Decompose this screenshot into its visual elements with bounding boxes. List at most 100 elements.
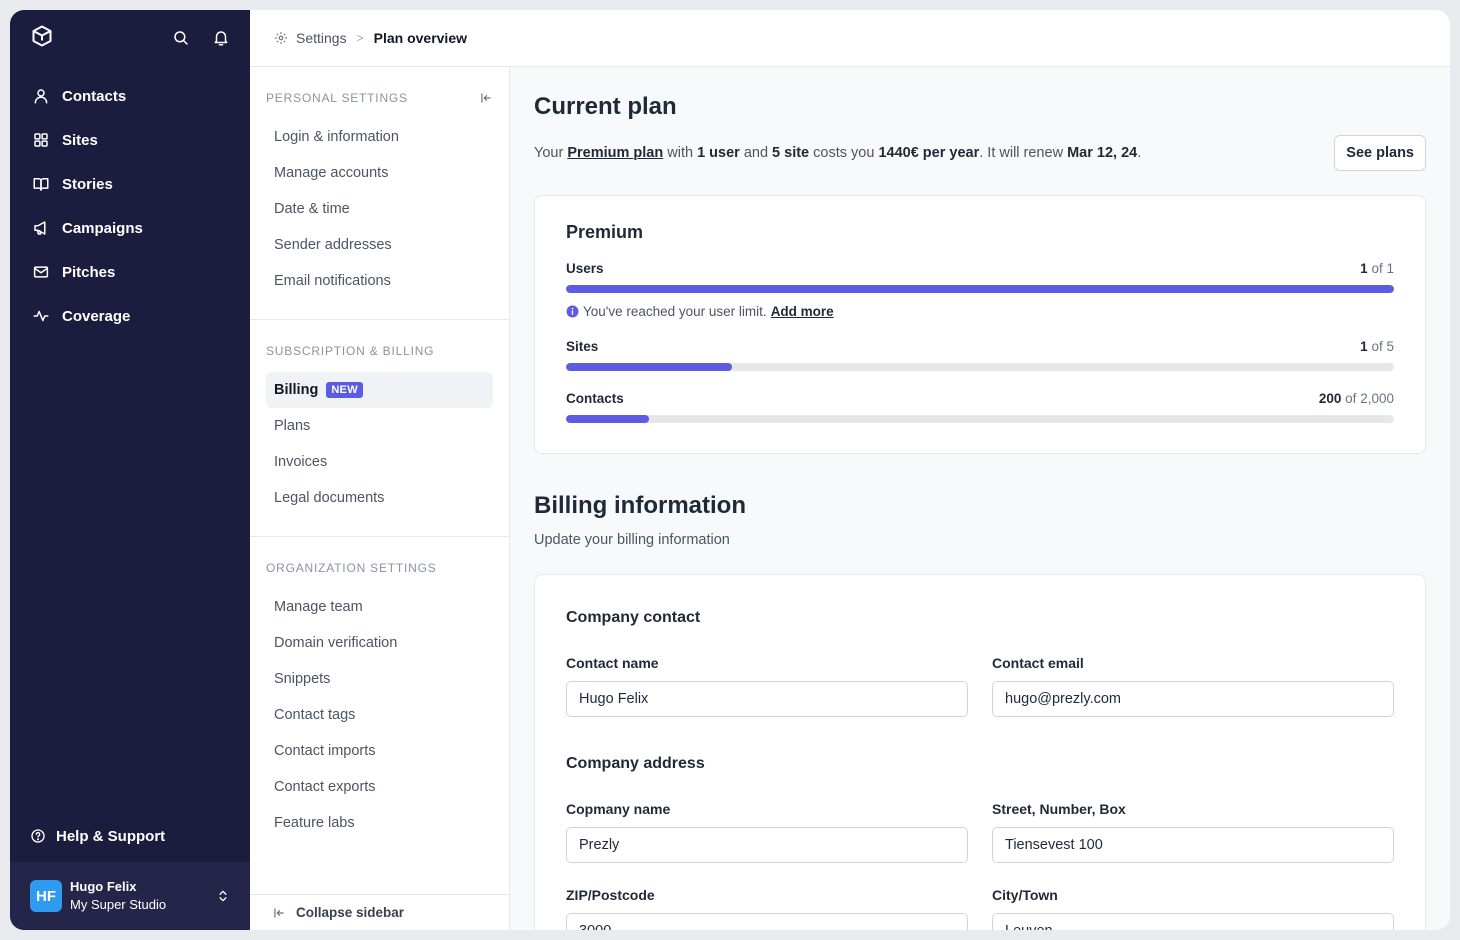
plan-sites: 5 site [772,145,810,161]
usage-meter-users: Users 1 of 1 You've reached your user li… [566,261,1394,319]
breadcrumb-separator: > [356,31,364,45]
street-label: Street, Number, Box [992,801,1126,817]
plan-summary: Your Premium plan with 1 user and 5 site… [534,135,1426,171]
nav-item-coverage[interactable]: Coverage [10,294,250,338]
plan-users: 1 user [697,145,740,161]
sidebar-item-contact-tags[interactable]: Contact tags [266,697,493,733]
help-circle-icon [31,829,45,843]
sidebar-item-label: Billing [274,382,319,398]
help-label: Help & Support [56,827,166,845]
sidebar-item-plans[interactable]: Plans [266,408,493,444]
section-heading-organization: ORGANIZATION SETTINGS [266,561,437,575]
megaphone-icon [34,221,46,235]
premium-plan-link[interactable]: Premium plan [567,145,663,161]
page-title: Current plan [534,93,677,120]
book-icon [33,178,49,191]
section-heading-personal: PERSONAL SETTINGS [266,91,408,105]
sidebar-item-legal-documents[interactable]: Legal documents [266,480,493,516]
billing-title: Billing information [534,492,746,519]
app-logo-icon[interactable] [30,24,54,53]
user-switcher[interactable]: HF Hugo Felix My Super Studio [10,862,250,930]
plan-text: . It will renew [979,145,1068,161]
nav-item-sites[interactable]: Sites [10,118,250,162]
contact-name-input[interactable]: Hugo Felix [566,681,968,717]
nav-item-label: Sites [62,131,98,149]
help-support-link[interactable]: Help & Support [10,822,250,850]
progress-bar [566,285,1394,293]
sidebar-item-domain-verification[interactable]: Domain verification [266,625,493,661]
plan-text: with [663,145,698,161]
sidebar-item-manage-team[interactable]: Manage team [266,589,493,625]
nav-item-pitches[interactable]: Pitches [10,250,250,294]
company-name-label: Copmany name [566,801,671,817]
progress-fill [566,415,649,423]
plan-text: and [739,145,773,161]
main-content: Current plan Your Premium plan with 1 us… [510,67,1450,930]
sidebar-item-feature-labs[interactable]: Feature labs [266,805,493,841]
contact-name-label: Contact name [566,655,659,671]
meter-count: 200 of 2,000 [1319,391,1394,406]
nav-item-label: Contacts [62,87,127,105]
meter-total: 5 [1386,339,1394,354]
gear-icon [275,32,287,44]
bell-icon[interactable] [212,29,230,47]
meter-label: Sites [566,339,599,354]
nav-item-contacts[interactable]: Contacts [10,74,250,118]
settings-sidebar: PERSONAL SETTINGS Login & information Ma… [250,67,510,930]
breadcrumb: Settings > Plan overview [250,10,1450,67]
meter-used: 1 [1360,261,1368,276]
usage-meter-sites: Sites 1 of 5 [566,339,1394,371]
sidebar-item-snippets[interactable]: Snippets [266,661,493,697]
meter-label: Contacts [566,391,624,406]
city-input[interactable]: Leuven [992,913,1394,930]
company-contact-heading: Company contact [566,609,701,626]
nav-header [10,10,250,66]
nav-item-label: Campaigns [62,219,143,237]
collapse-left-icon[interactable] [479,91,493,105]
progress-bar [566,415,1394,423]
progress-fill [566,363,732,371]
add-more-link[interactable]: Add more [771,304,834,319]
contact-email-input[interactable]: hugo@prezly.com [992,681,1394,717]
sidebar-item-date-time[interactable]: Date & time [266,191,493,227]
usage-meter-contacts: Contacts 200 of 2,000 [566,391,1394,423]
breadcrumb-settings[interactable]: Settings [296,30,347,46]
city-label: City/Town [992,887,1058,903]
progress-bar [566,363,1394,371]
billing-subtitle: Update your billing information [534,532,730,548]
limit-text: You've reached your user limit. [583,304,767,319]
meter-of: of [1371,261,1383,276]
sidebar-item-login[interactable]: Login & information [266,119,493,155]
info-icon [566,305,579,318]
breadcrumb-current: Plan overview [373,30,467,46]
zip-input[interactable]: 3000 [566,913,968,930]
street-input[interactable]: Tiensevest 100 [992,827,1394,863]
sidebar-item-billing[interactable]: Billing NEW [266,372,493,408]
see-plans-button[interactable]: See plans [1334,135,1426,171]
app-window: Contacts Sites Stories Campaigns Pitches… [10,10,1450,930]
zip-label: ZIP/Postcode [566,887,655,903]
user-icon [34,89,48,104]
sidebar-item-contact-imports[interactable]: Contact imports [266,733,493,769]
company-name-input[interactable]: Prezly [566,827,968,863]
sidebar-item-invoices[interactable]: Invoices [266,444,493,480]
plan-text: Your [534,145,568,161]
meter-used: 1 [1360,339,1368,354]
search-icon[interactable] [172,29,190,47]
activity-icon [33,310,49,322]
plan-text: . [1137,145,1142,161]
meter-used: 200 [1318,391,1342,406]
user-name: Hugo Felix [70,879,137,894]
renew-date: Mar 12, 24 [1067,145,1138,161]
billing-form-card: Company contact Contact name Hugo Felix … [534,574,1426,930]
sidebar-item-contact-exports[interactable]: Contact exports [266,769,493,805]
sidebar-item-manage-accounts[interactable]: Manage accounts [266,155,493,191]
nav-item-campaigns[interactable]: Campaigns [10,206,250,250]
collapse-sidebar-button[interactable]: Collapse sidebar [250,894,509,930]
contact-email-label: Contact email [992,655,1084,671]
nav-item-stories[interactable]: Stories [10,162,250,206]
chevron-up-down-icon [219,890,227,902]
sidebar-item-email-notifications[interactable]: Email notifications [266,263,493,299]
sidebar-item-sender-addresses[interactable]: Sender addresses [266,227,493,263]
plan-usage-card: Premium Users 1 of 1 You've reached your… [534,195,1426,454]
